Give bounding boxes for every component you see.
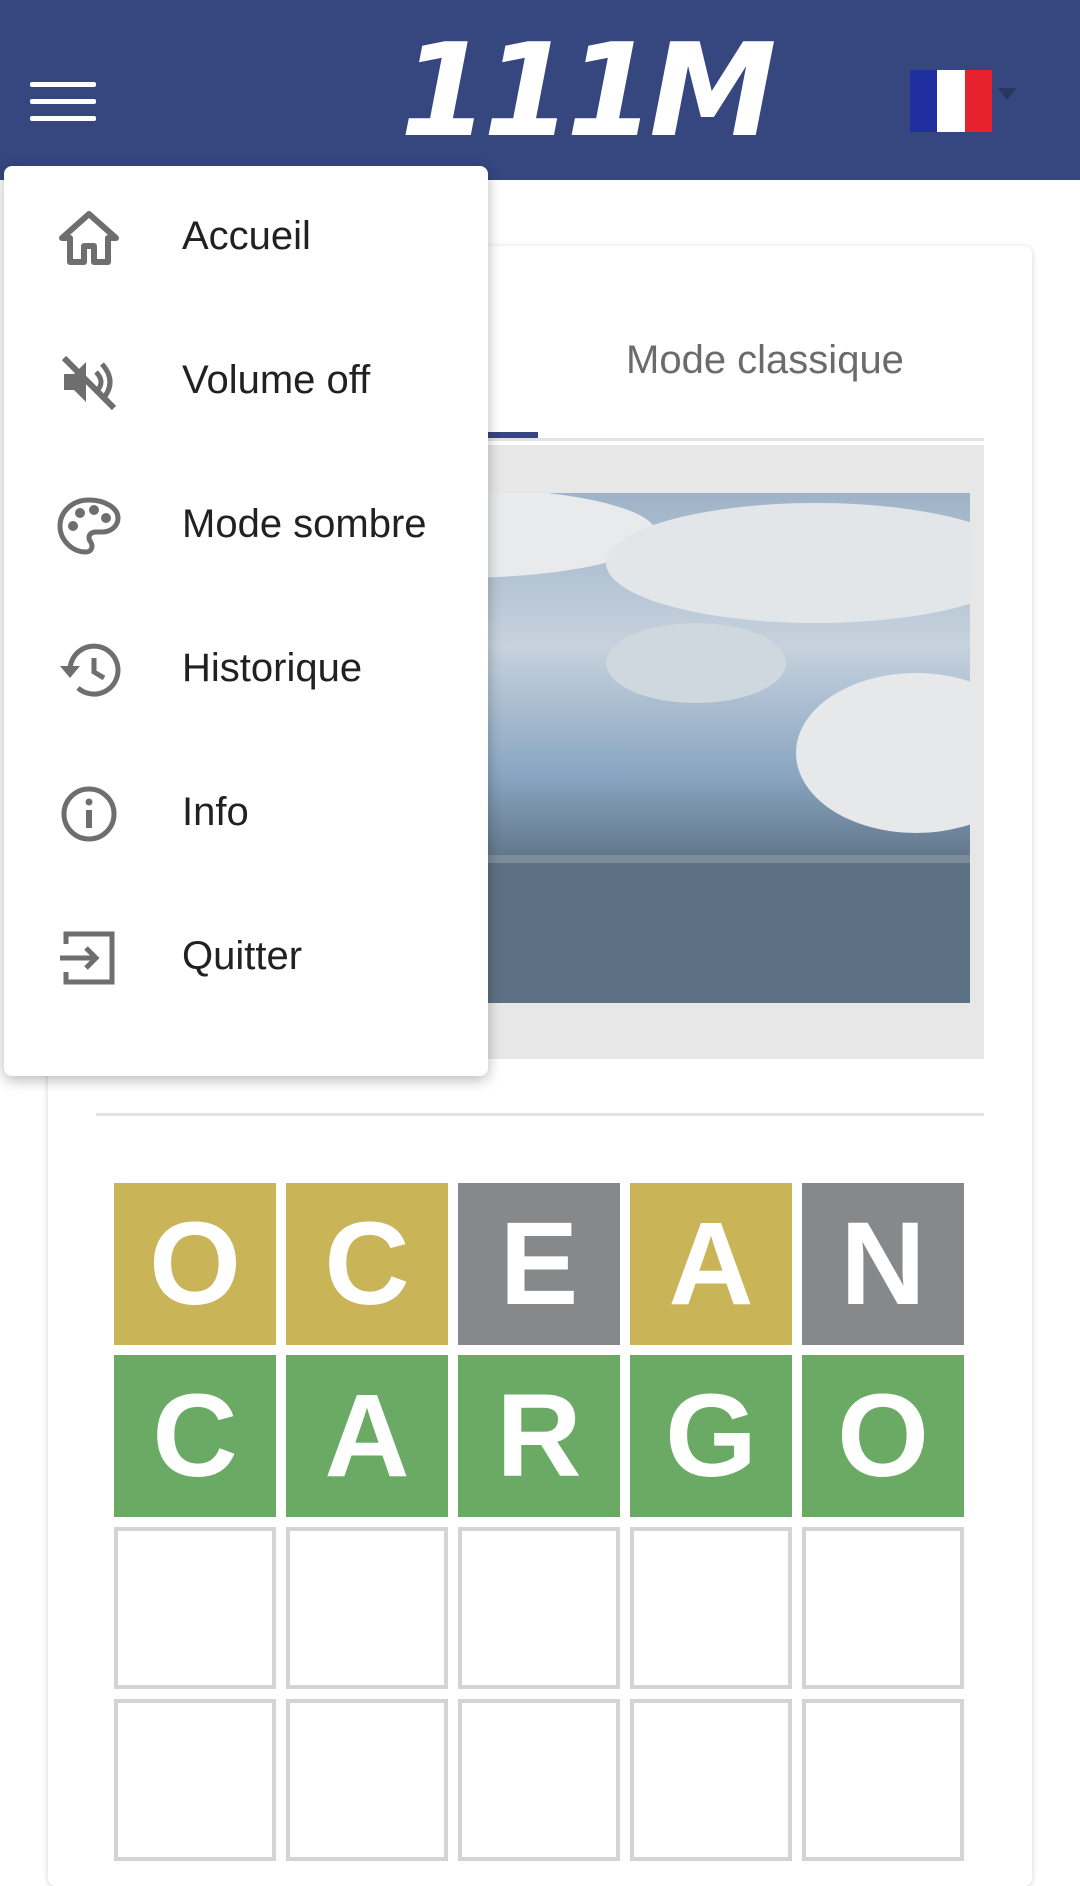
volume-off-icon — [61, 355, 117, 411]
palette-icon — [57, 497, 121, 555]
letter-tile — [802, 1527, 964, 1689]
info-icon — [61, 786, 117, 842]
menu-item-label: Accueil — [182, 214, 311, 258]
letter-tile — [114, 1527, 276, 1689]
menu-item-quit[interactable]: Quitter — [4, 886, 488, 1030]
logo[interactable]: 111M — [400, 18, 777, 162]
top-app-bar: 111M — [0, 0, 1080, 180]
caret-down-icon — [998, 88, 1016, 100]
letter-tile: C — [114, 1355, 276, 1517]
logo-text: 111M — [400, 17, 777, 166]
letter-tile — [630, 1699, 792, 1861]
letter-tile — [802, 1699, 964, 1861]
menu-item-label: Mode sombre — [182, 502, 427, 546]
letter-tile: N — [802, 1183, 964, 1345]
france-flag-icon — [910, 70, 992, 132]
exit-icon — [60, 931, 115, 985]
letter-tile: G — [630, 1355, 792, 1517]
menu-item-dark-mode[interactable]: Mode sombre — [4, 454, 488, 598]
letter-tile: C — [286, 1183, 448, 1345]
letter-tile — [114, 1699, 276, 1861]
letter-tile: A — [630, 1183, 792, 1345]
letter-tile: O — [802, 1355, 964, 1517]
letter-tile — [286, 1699, 448, 1861]
history-icon — [60, 643, 121, 697]
hamburger-menu-icon[interactable] — [30, 82, 96, 132]
letter-tile — [630, 1527, 792, 1689]
language-selector[interactable] — [910, 70, 1020, 134]
letter-tile — [458, 1527, 620, 1689]
letter-tile: O — [114, 1183, 276, 1345]
divider — [96, 1113, 984, 1116]
home-icon — [59, 211, 119, 265]
letter-tile: E — [458, 1183, 620, 1345]
menu-item-volume[interactable]: Volume off — [4, 310, 488, 454]
tab-classic-mode[interactable]: Mode classique — [626, 338, 904, 383]
navigation-menu: Accueil Volume off Mode sombre Historiqu… — [4, 166, 488, 1076]
menu-item-label: Volume off — [182, 358, 371, 402]
menu-item-label: Historique — [182, 646, 363, 690]
letter-tile: A — [286, 1355, 448, 1517]
menu-item-label: Quitter — [182, 934, 303, 978]
letter-tile — [458, 1699, 620, 1861]
menu-item-home[interactable]: Accueil — [4, 166, 488, 310]
menu-item-history[interactable]: Historique — [4, 598, 488, 742]
menu-item-label: Info — [182, 790, 249, 834]
letter-tile — [286, 1527, 448, 1689]
letter-tile: R — [458, 1355, 620, 1517]
menu-item-info[interactable]: Info — [4, 742, 488, 886]
